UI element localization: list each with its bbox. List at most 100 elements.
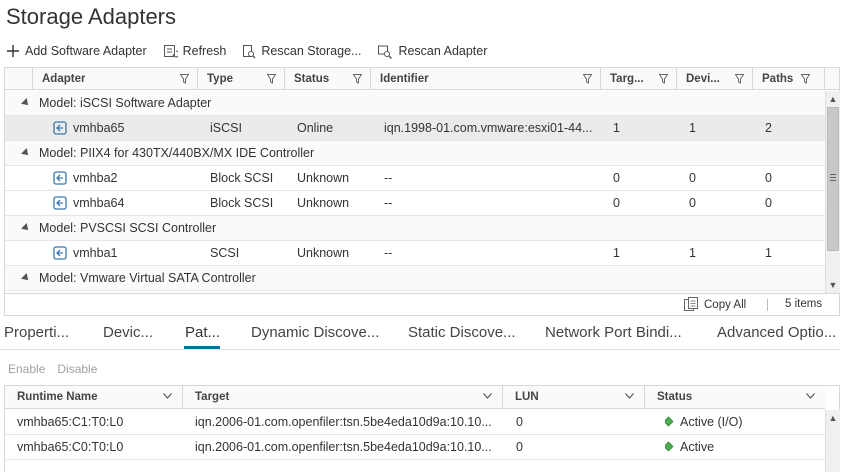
- refresh-label: Refresh: [182, 44, 227, 58]
- column-label: Adapter: [42, 73, 86, 85]
- tab-properties[interactable]: Properti...: [4, 324, 69, 341]
- expand-column-header: [5, 68, 33, 90]
- adapter-row[interactable]: vmhba2 Block SCSI Unknown -- 0 0 0: [5, 166, 825, 191]
- refresh-icon: [163, 45, 178, 58]
- adapters-grid: Adapter Type Status Identifier Targ... D…: [4, 67, 840, 316]
- column-header-devices[interactable]: Devi...: [677, 68, 753, 90]
- scrollbar-thumb[interactable]: [827, 107, 839, 251]
- group-row[interactable]: Model: Vmware Virtual SATA Controller: [5, 266, 825, 291]
- chevron-down-icon[interactable]: [806, 393, 815, 399]
- collapse-icon[interactable]: [21, 148, 31, 158]
- column-header-status[interactable]: Status: [645, 386, 825, 409]
- toolbar: Add Software Adapter Refresh Rescan Stor…: [6, 42, 503, 60]
- adapter-row[interactable]: vmhba1 SCSI Unknown -- 1 1 1: [5, 241, 825, 266]
- copy-all-button[interactable]: Copy All: [683, 297, 746, 312]
- copy-icon: [684, 297, 698, 311]
- collapse-icon[interactable]: [21, 98, 31, 108]
- filter-icon[interactable]: [735, 74, 744, 84]
- filter-icon[interactable]: [353, 74, 362, 84]
- adapter-paths: 1: [765, 246, 772, 260]
- column-header-type[interactable]: Type: [198, 68, 285, 90]
- filter-icon[interactable]: [180, 74, 189, 84]
- adapter-row[interactable]: vmhba65 iSCSI Online iqn.1998-01.com.vmw…: [5, 116, 825, 141]
- adapter-status: Unknown: [297, 196, 350, 210]
- adapter-status: Online: [297, 121, 334, 135]
- disable-button[interactable]: Disable: [57, 362, 97, 376]
- group-label: Model: PVSCSI SCSI Controller: [39, 221, 217, 235]
- column-header-lun[interactable]: LUN: [503, 386, 645, 409]
- page-title: Storage Adapters: [6, 4, 177, 29]
- group-row[interactable]: Model: iSCSI Software Adapter: [5, 91, 825, 116]
- scroll-down-icon[interactable]: ▼: [826, 278, 840, 292]
- grip-icon: [830, 174, 836, 181]
- tab-dynamic-discovery[interactable]: Dynamic Discove...: [251, 324, 379, 341]
- filter-icon[interactable]: [583, 74, 592, 84]
- footer-divider: [767, 299, 768, 311]
- collapse-icon[interactable]: [21, 223, 31, 233]
- adapters-grid-header: Adapter Type Status Identifier Targ... D…: [5, 68, 839, 90]
- path-status: Active: [665, 435, 714, 460]
- adapter-devices: 1: [689, 246, 696, 260]
- column-header-target[interactable]: Target: [183, 386, 503, 409]
- column-header-adapter[interactable]: Adapter: [33, 68, 198, 90]
- chevron-down-icon[interactable]: [625, 393, 634, 399]
- paths-grid-scrollbar[interactable]: ▲: [825, 410, 840, 472]
- tab-devices[interactable]: Devic...: [103, 324, 153, 341]
- path-target: iqn.2006-01.com.openfiler:tsn.5be4eda10d…: [195, 415, 492, 429]
- plus-icon: [7, 45, 19, 57]
- item-count: 5 items: [785, 298, 823, 310]
- add-software-adapter-button[interactable]: Add Software Adapter: [6, 44, 147, 58]
- filter-icon[interactable]: [801, 74, 810, 84]
- scroll-up-icon[interactable]: ▲: [826, 411, 840, 425]
- adapter-targets: 1: [613, 246, 620, 260]
- runtime-name: vmhba65:C1:T0:L0: [17, 415, 124, 429]
- adapter-icon: [53, 171, 67, 185]
- chevron-down-icon[interactable]: [483, 393, 492, 399]
- chevron-down-icon[interactable]: [163, 393, 172, 399]
- adapter-targets: 0: [613, 171, 620, 185]
- column-header-identifier[interactable]: Identifier: [371, 68, 601, 90]
- column-label: LUN: [515, 391, 539, 403]
- path-row[interactable]: vmhba65:C1:T0:L0 iqn.2006-01.com.openfil…: [5, 410, 825, 435]
- filter-icon[interactable]: [659, 74, 668, 84]
- adapters-grid-footer: Copy All 5 items: [5, 293, 839, 315]
- refresh-button[interactable]: Refresh: [163, 44, 227, 58]
- column-label: Targ...: [610, 73, 644, 85]
- group-row[interactable]: Model: PIIX4 for 430TX/440BX/MX IDE Cont…: [5, 141, 825, 166]
- path-row[interactable]: vmhba65:C0:T0:L0 iqn.2006-01.com.openfil…: [5, 435, 825, 460]
- column-header-status[interactable]: Status: [285, 68, 371, 90]
- group-row[interactable]: Model: PVSCSI SCSI Controller: [5, 216, 825, 241]
- adapter-icon: [53, 246, 67, 260]
- adapter-devices: 1: [689, 121, 696, 135]
- adapter-row[interactable]: vmhba64 Block SCSI Unknown -- 0 0 0: [5, 191, 825, 216]
- scroll-up-icon[interactable]: ▲: [826, 92, 840, 106]
- adapter-type: SCSI: [210, 246, 240, 260]
- adapter-type: Block SCSI: [210, 196, 274, 210]
- rescan-storage-button[interactable]: Rescan Storage...: [242, 44, 361, 59]
- copy-all-label: Copy All: [704, 298, 747, 311]
- rescan-storage-label: Rescan Storage...: [261, 44, 362, 58]
- adapter-devices: 0: [689, 196, 696, 210]
- column-label: Devi...: [686, 73, 720, 85]
- tab-static-discovery[interactable]: Static Discove...: [408, 324, 516, 341]
- tab-network-port-binding[interactable]: Network Port Bindi...: [545, 324, 682, 341]
- column-label: Status: [657, 391, 693, 403]
- adapter-identifier: --: [384, 171, 393, 185]
- tab-advanced-options[interactable]: Advanced Optio...: [717, 324, 836, 341]
- filter-icon[interactable]: [267, 74, 276, 84]
- path-status: Active (I/O): [665, 410, 743, 435]
- adapters-grid-scrollbar[interactable]: ▲ ▼: [825, 91, 840, 293]
- column-header-targets[interactable]: Targ...: [601, 68, 677, 90]
- adapter-devices: 0: [689, 171, 696, 185]
- path-actions: Enable Disable: [8, 362, 109, 376]
- collapse-icon[interactable]: [21, 273, 31, 283]
- column-label: Runtime Name: [17, 391, 98, 403]
- add-software-adapter-label: Add Software Adapter: [25, 44, 147, 58]
- column-header-paths[interactable]: Paths: [753, 68, 825, 90]
- enable-button[interactable]: Enable: [8, 362, 45, 376]
- column-label: Target: [195, 391, 230, 403]
- group-label: Model: iSCSI Software Adapter: [39, 96, 212, 110]
- column-header-runtime-name[interactable]: Runtime Name: [5, 386, 183, 409]
- tab-paths[interactable]: Pat...: [185, 324, 220, 341]
- rescan-adapter-button[interactable]: Rescan Adapter: [377, 44, 487, 59]
